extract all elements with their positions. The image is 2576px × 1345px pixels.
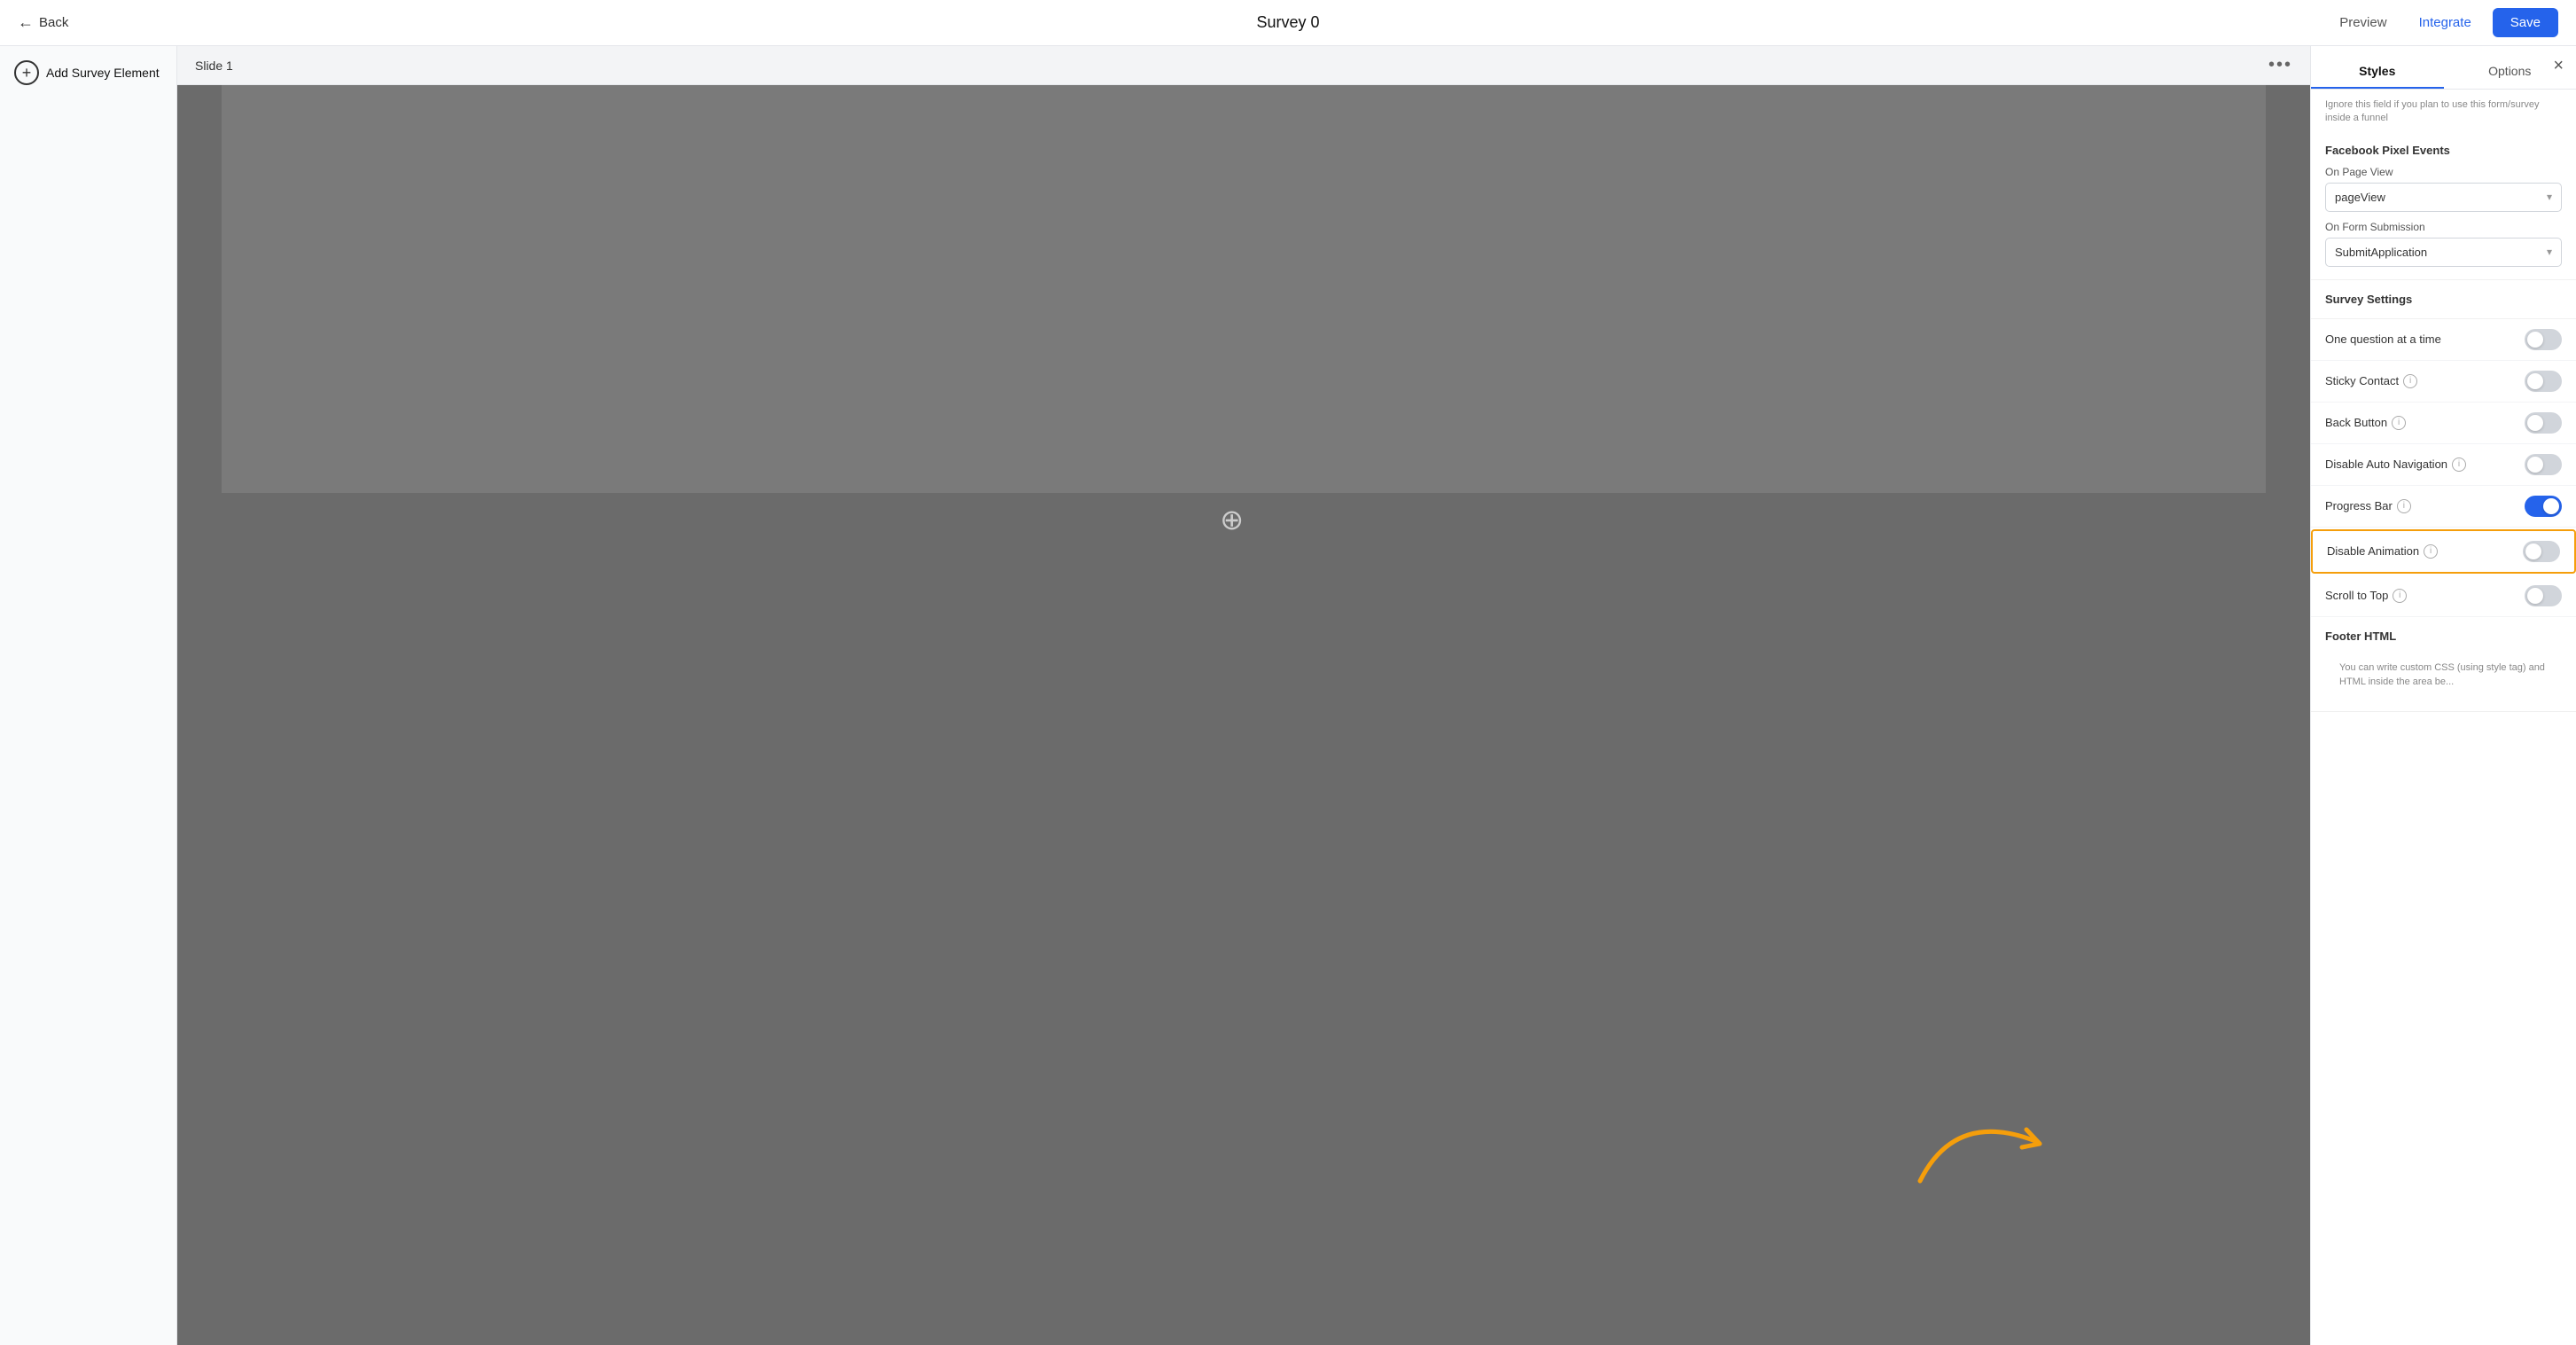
back-label: Back (39, 15, 68, 30)
main-layout: + Add Survey Element Slide 1 ••• ⊕ × (0, 46, 2576, 1345)
funnel-note: Ignore this field if you plan to use thi… (2311, 90, 2576, 131)
on-page-view-value: pageView (2335, 191, 2385, 204)
integrate-button[interactable]: Integrate (2408, 10, 2482, 35)
survey-settings-title: Survey Settings (2325, 293, 2562, 306)
back-button[interactable]: ← Back (18, 13, 68, 32)
panel-scroll: Ignore this field if you plan to use thi… (2311, 90, 2576, 1345)
info-icon-5[interactable]: i (2424, 544, 2438, 559)
plus-icon: + (14, 60, 39, 85)
toggle-switch-2[interactable] (2525, 412, 2562, 434)
toggle-row-0: One question at a time (2311, 319, 2576, 361)
toggle-row-4: Progress Bari (2311, 486, 2576, 528)
on-form-submission-value: SubmitApplication (2335, 246, 2427, 259)
info-icon-6[interactable]: i (2393, 589, 2407, 603)
footer-html-title: Footer HTML (2325, 629, 2562, 643)
toggle-switch-4[interactable] (2525, 496, 2562, 517)
toggle-row-3: Disable Auto Navigationi (2311, 444, 2576, 486)
on-page-view-dropdown[interactable]: pageView ▾ (2325, 183, 2562, 212)
toggle-row-6: Scroll to Topi (2311, 575, 2576, 617)
toggle-switch-3[interactable] (2525, 454, 2562, 475)
survey-settings-section: Survey Settings (2311, 280, 2576, 319)
toggle-label-6: Scroll to Topi (2325, 589, 2407, 603)
survey-title: Survey 0 (1256, 13, 1319, 32)
on-form-submission-dropdown[interactable]: SubmitApplication ▾ (2325, 238, 2562, 267)
info-icon-1[interactable]: i (2403, 374, 2417, 388)
slide-content (222, 85, 2266, 493)
save-button[interactable]: Save (2493, 8, 2558, 37)
on-form-submission-label: On Form Submission (2325, 221, 2562, 233)
chevron-down-icon-2: ▾ (2547, 246, 2552, 258)
panel-tabs: Styles Options (2311, 46, 2576, 90)
chevron-down-icon: ▾ (2547, 191, 2552, 203)
header-actions: Preview Integrate Save (2329, 8, 2558, 37)
canvas-area: Slide 1 ••• ⊕ (177, 46, 2310, 1345)
toggle-switch-5[interactable] (2523, 541, 2560, 562)
toggle-label-0: One question at a time (2325, 332, 2441, 346)
app-header: ← Back Survey 0 Preview Integrate Save (0, 0, 2576, 46)
right-panel: × Styles Options Ignore this field if yo… (2310, 46, 2576, 1345)
back-arrow-icon: ← (18, 13, 34, 32)
toggle-label-2: Back Buttoni (2325, 416, 2406, 430)
slide-label: Slide 1 (195, 59, 233, 73)
add-survey-element-button[interactable]: + Add Survey Element (14, 60, 160, 85)
add-slide-button[interactable]: ⊕ (1220, 503, 1244, 536)
panel-close-button[interactable]: × (2553, 57, 2564, 74)
tab-styles[interactable]: Styles (2311, 55, 2444, 89)
toggle-label-1: Sticky Contacti (2325, 374, 2417, 388)
toggle-switch-1[interactable] (2525, 371, 2562, 392)
toggle-switch-6[interactable] (2525, 585, 2562, 606)
preview-button[interactable]: Preview (2329, 10, 2397, 35)
toggle-row-1: Sticky Contacti (2311, 361, 2576, 403)
left-toolbar: + Add Survey Element (0, 46, 177, 1345)
toggle-rows: One question at a time Sticky Contacti Bac… (2311, 319, 2576, 617)
arrow-annotation (1902, 1092, 2062, 1203)
info-icon-2[interactable]: i (2392, 416, 2406, 430)
toggle-switch-0[interactable] (2525, 329, 2562, 350)
facebook-pixel-title: Facebook Pixel Events (2325, 144, 2562, 157)
toggle-label-3: Disable Auto Navigationi (2325, 457, 2466, 472)
on-page-view-label: On Page View (2325, 166, 2562, 178)
toggle-row-5: Disable Animationi (2311, 529, 2576, 574)
footer-html-note: You can write custom CSS (using style ta… (2325, 652, 2562, 699)
toggle-row-2: Back Buttoni (2311, 403, 2576, 444)
toggle-label-5: Disable Animationi (2327, 544, 2438, 559)
add-survey-element-label: Add Survey Element (46, 66, 160, 80)
facebook-pixel-section: Facebook Pixel Events On Page View pageV… (2311, 131, 2576, 280)
slide-options-button[interactable]: ••• (2268, 55, 2292, 75)
info-icon-3[interactable]: i (2452, 457, 2466, 472)
toggle-label-4: Progress Bari (2325, 499, 2411, 513)
info-icon-4[interactable]: i (2397, 499, 2411, 513)
slide-header: Slide 1 ••• (177, 46, 2310, 85)
footer-html-section: Footer HTML You can write custom CSS (us… (2311, 617, 2576, 712)
